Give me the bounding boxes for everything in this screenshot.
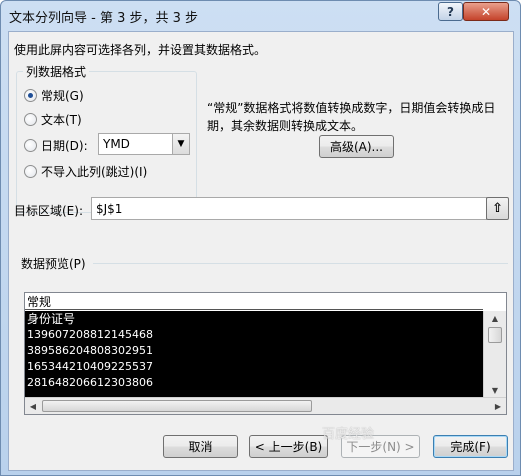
preview-selected-column[interactable]: 身份证号 139607208812145468 3895862048083029… [25, 311, 483, 397]
radio-text-label: 文本(T) [41, 113, 82, 127]
scroll-up-icon[interactable]: ▲ [484, 311, 506, 325]
radio-date[interactable]: 日期(D): [24, 137, 88, 154]
column-format-title: 列数据格式 [23, 63, 90, 80]
radio-button-icon [24, 113, 37, 126]
horizontal-scroll-thumb[interactable] [42, 400, 312, 412]
dialog-body: 使用此屏内容可选择各列，并设置其数据格式。 列数据格式 常规(G) 文本(T) … [8, 31, 514, 471]
radio-date-label: 日期(D): [41, 139, 88, 153]
preview-row: 389586204808302951 [27, 344, 153, 357]
radio-general[interactable]: 常规(G) [24, 87, 84, 104]
advanced-button[interactable]: 高级(A)... [319, 135, 394, 158]
radio-button-icon [24, 139, 37, 152]
close-button[interactable]: ✕ [463, 2, 509, 21]
radio-button-icon [24, 89, 37, 102]
window-title: 文本分列向导 - 第 3 步，共 3 步 [9, 11, 199, 26]
preview-column-header[interactable]: 常规 [25, 293, 483, 310]
back-button[interactable]: < 上一步(B) [249, 435, 328, 458]
radio-skip-label: 不导入此列(跳过)(I) [41, 165, 148, 179]
horizontal-scrollbar[interactable]: ◀ ▶ [25, 397, 506, 414]
radio-skip[interactable]: 不导入此列(跳过)(I) [24, 163, 147, 180]
upload-arrow-icon: ⇧ [492, 201, 503, 216]
title-bar: 文本分列向导 - 第 3 步，共 3 步 ? ✕ [1, 1, 520, 31]
radio-general-label: 常规(G) [41, 89, 84, 103]
date-format-value: YMD [103, 137, 130, 151]
scroll-left-icon[interactable]: ◀ [25, 398, 41, 414]
cancel-button[interactable]: 取消 [163, 435, 238, 458]
collapse-dialog-button[interactable]: ⇧ [486, 197, 509, 220]
vertical-scroll-thumb[interactable] [488, 327, 502, 343]
target-label: 目标区域(E): [14, 204, 83, 218]
radio-button-icon [24, 165, 37, 178]
data-preview[interactable]: 常规 身份证号 139607208812145468 3895862048083… [24, 292, 507, 415]
scroll-down-icon[interactable]: ▼ [484, 383, 506, 397]
text-to-columns-dialog: 文本分列向导 - 第 3 步，共 3 步 ? ✕ 使用此屏内容可选择各列，并设置… [0, 0, 521, 476]
preview-label: 数据预览(P) [21, 257, 86, 271]
divider [93, 263, 508, 264]
help-button[interactable]: ? [438, 2, 463, 21]
radio-text[interactable]: 文本(T) [24, 111, 82, 128]
vertical-scrollbar[interactable]: ▲ ▼ [483, 311, 506, 397]
finish-button[interactable]: 完成(F) [433, 435, 508, 458]
instruction-text: 使用此屏内容可选择各列，并设置其数据格式。 [14, 43, 267, 57]
watermark: 百度经验 [322, 427, 375, 442]
chevron-down-icon[interactable]: ▼ [172, 134, 189, 154]
preview-row: 139607208812145468 [27, 328, 153, 341]
preview-row: 身份证号 [27, 312, 76, 326]
format-description: “常规”数据格式将数值转换成数字，日期值会转换成日期，其余数据则转换成文本。 [207, 101, 496, 133]
scroll-right-icon[interactable]: ▶ [490, 398, 506, 414]
date-format-select[interactable]: YMD ▼ [98, 133, 190, 155]
close-icon: ✕ [480, 4, 492, 19]
preview-row: 165344210409225537 [27, 360, 153, 373]
preview-row: 281648206612303806 [27, 376, 153, 389]
target-input[interactable]: $J$1 [91, 197, 487, 220]
